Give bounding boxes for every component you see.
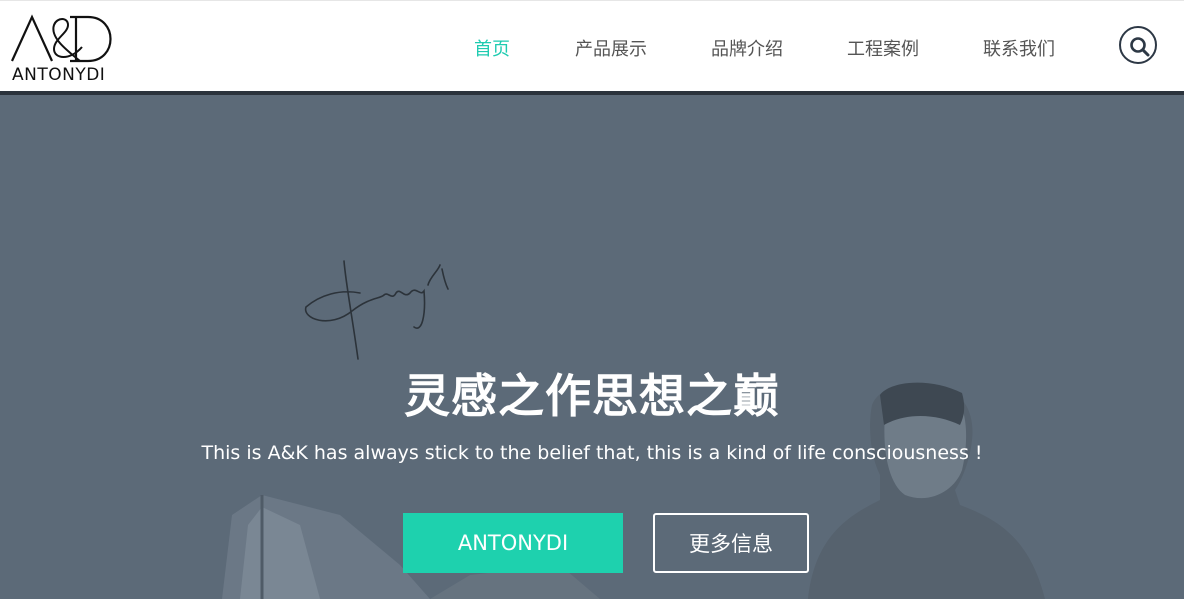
- nav-item-projects[interactable]: 工程案例: [847, 35, 919, 61]
- hero-banner: 灵感之作思想之巅 This is A&K has always stick to…: [0, 95, 1184, 599]
- antonydi-button[interactable]: ANTONYDI: [403, 513, 623, 573]
- main-nav: 首页 产品展示 品牌介绍 工程案例 联系我们: [0, 1, 1184, 92]
- search-button[interactable]: [1119, 26, 1157, 64]
- more-info-button[interactable]: 更多信息: [653, 513, 809, 573]
- nav-item-brand[interactable]: 品牌介绍: [711, 35, 783, 61]
- nav-item-products[interactable]: 产品展示: [575, 35, 647, 61]
- hero-title: 灵感之作思想之巅: [404, 369, 780, 423]
- search-icon: [1130, 37, 1150, 57]
- site-header: ANTONYDI 首页 产品展示 品牌介绍 工程案例 联系我们: [0, 0, 1184, 91]
- nav-item-home[interactable]: 首页: [474, 35, 510, 61]
- hero-subtitle: This is A&K has always stick to the beli…: [201, 442, 983, 464]
- nav-item-contact[interactable]: 联系我们: [983, 35, 1055, 61]
- signature-graphic: [305, 260, 449, 360]
